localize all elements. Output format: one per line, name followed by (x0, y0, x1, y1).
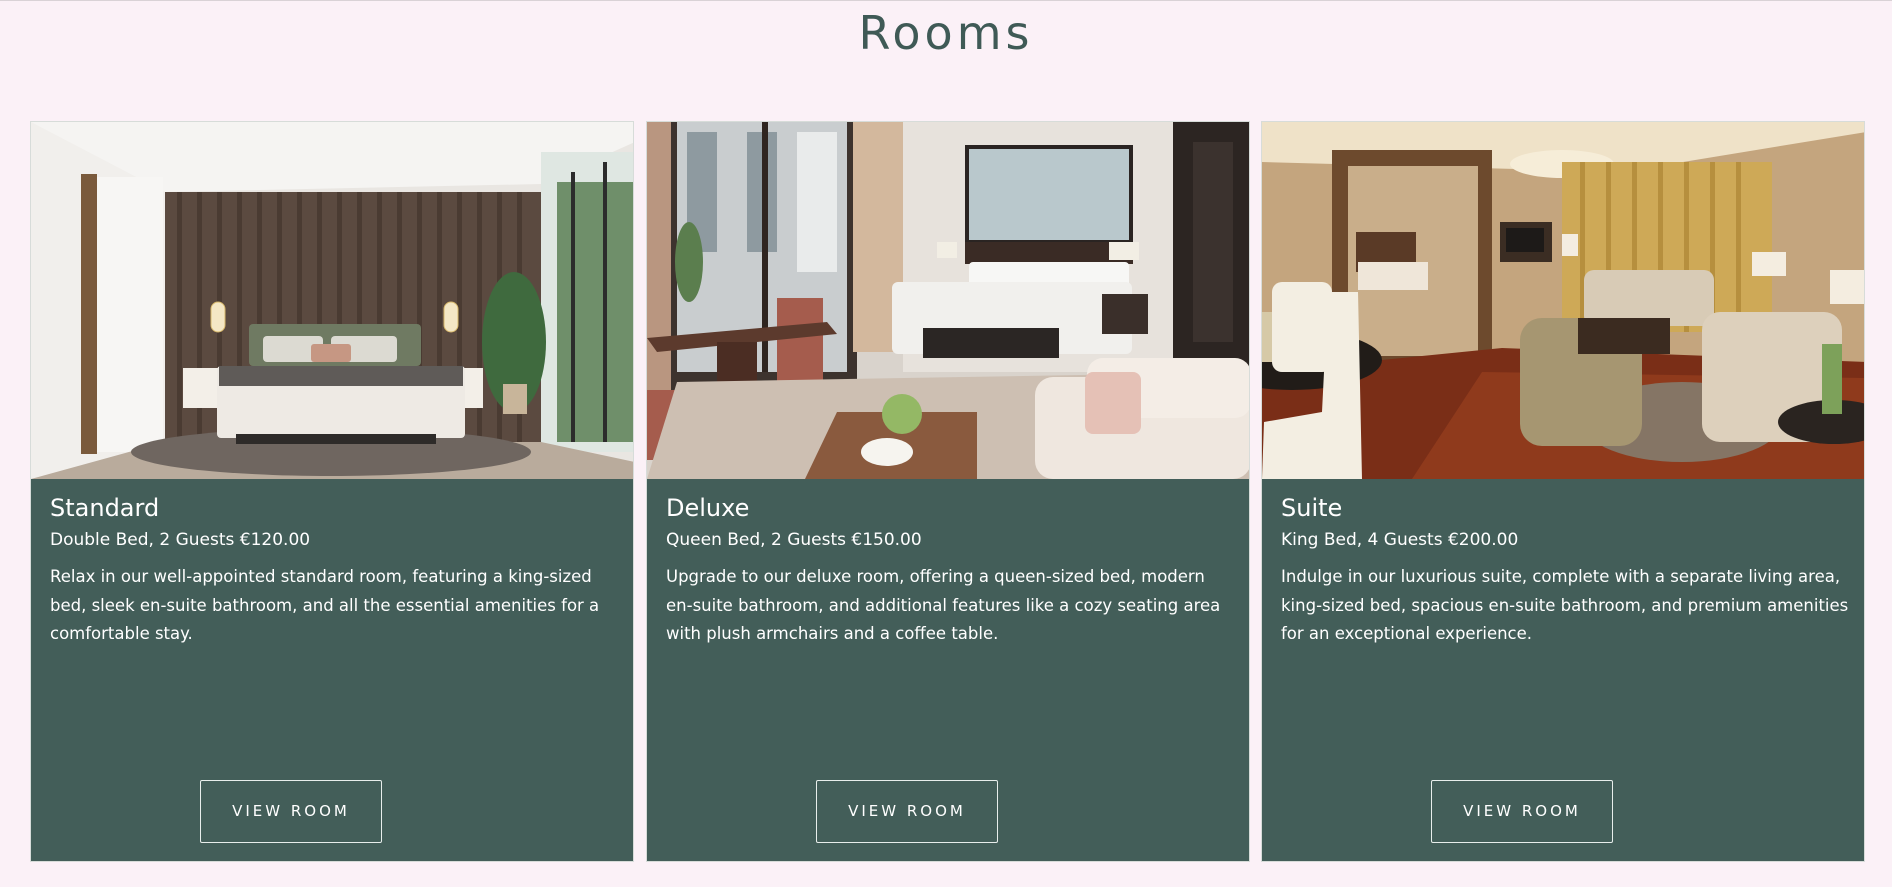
room-description: Upgrade to our deluxe room, offering a q… (666, 567, 1221, 643)
room-description: Relax in our well-appointed standard roo… (50, 567, 600, 643)
room-name: Standard (50, 494, 160, 522)
deluxe-room-photo[interactable] (647, 122, 1249, 479)
bedroom-photo[interactable] (31, 122, 633, 479)
room-meta: Queen Bed, 2 Guests €150.00 (666, 530, 922, 550)
room-name: Suite (1281, 494, 1343, 522)
room-meta: King Bed, 4 Guests €200.00 (1281, 530, 1519, 550)
room-card-suite: Suite King Bed, 4 Guests €200.00 Indulge… (1261, 121, 1865, 862)
room-name: Deluxe (666, 494, 750, 522)
room-cards: Standard Double Bed, 2 Guests €120.00 Re… (30, 121, 1866, 862)
room-meta: Double Bed, 2 Guests €120.00 (50, 530, 311, 550)
suite-photo[interactable] (1262, 122, 1864, 479)
room-description: Indulge in our luxurious suite, complete… (1281, 567, 1849, 643)
view-room-button-deluxe[interactable]: VIEW ROOM (816, 780, 998, 843)
room-card-deluxe: Deluxe Queen Bed, 2 Guests €150.00 Upgra… (646, 121, 1250, 862)
room-card-standard: Standard Double Bed, 2 Guests €120.00 Re… (30, 121, 634, 862)
top-divider (0, 0, 1892, 1)
view-room-button-suite[interactable]: VIEW ROOM (1431, 780, 1613, 843)
page-title: Rooms (858, 6, 1034, 60)
view-room-button-standard[interactable]: VIEW ROOM (200, 780, 382, 843)
